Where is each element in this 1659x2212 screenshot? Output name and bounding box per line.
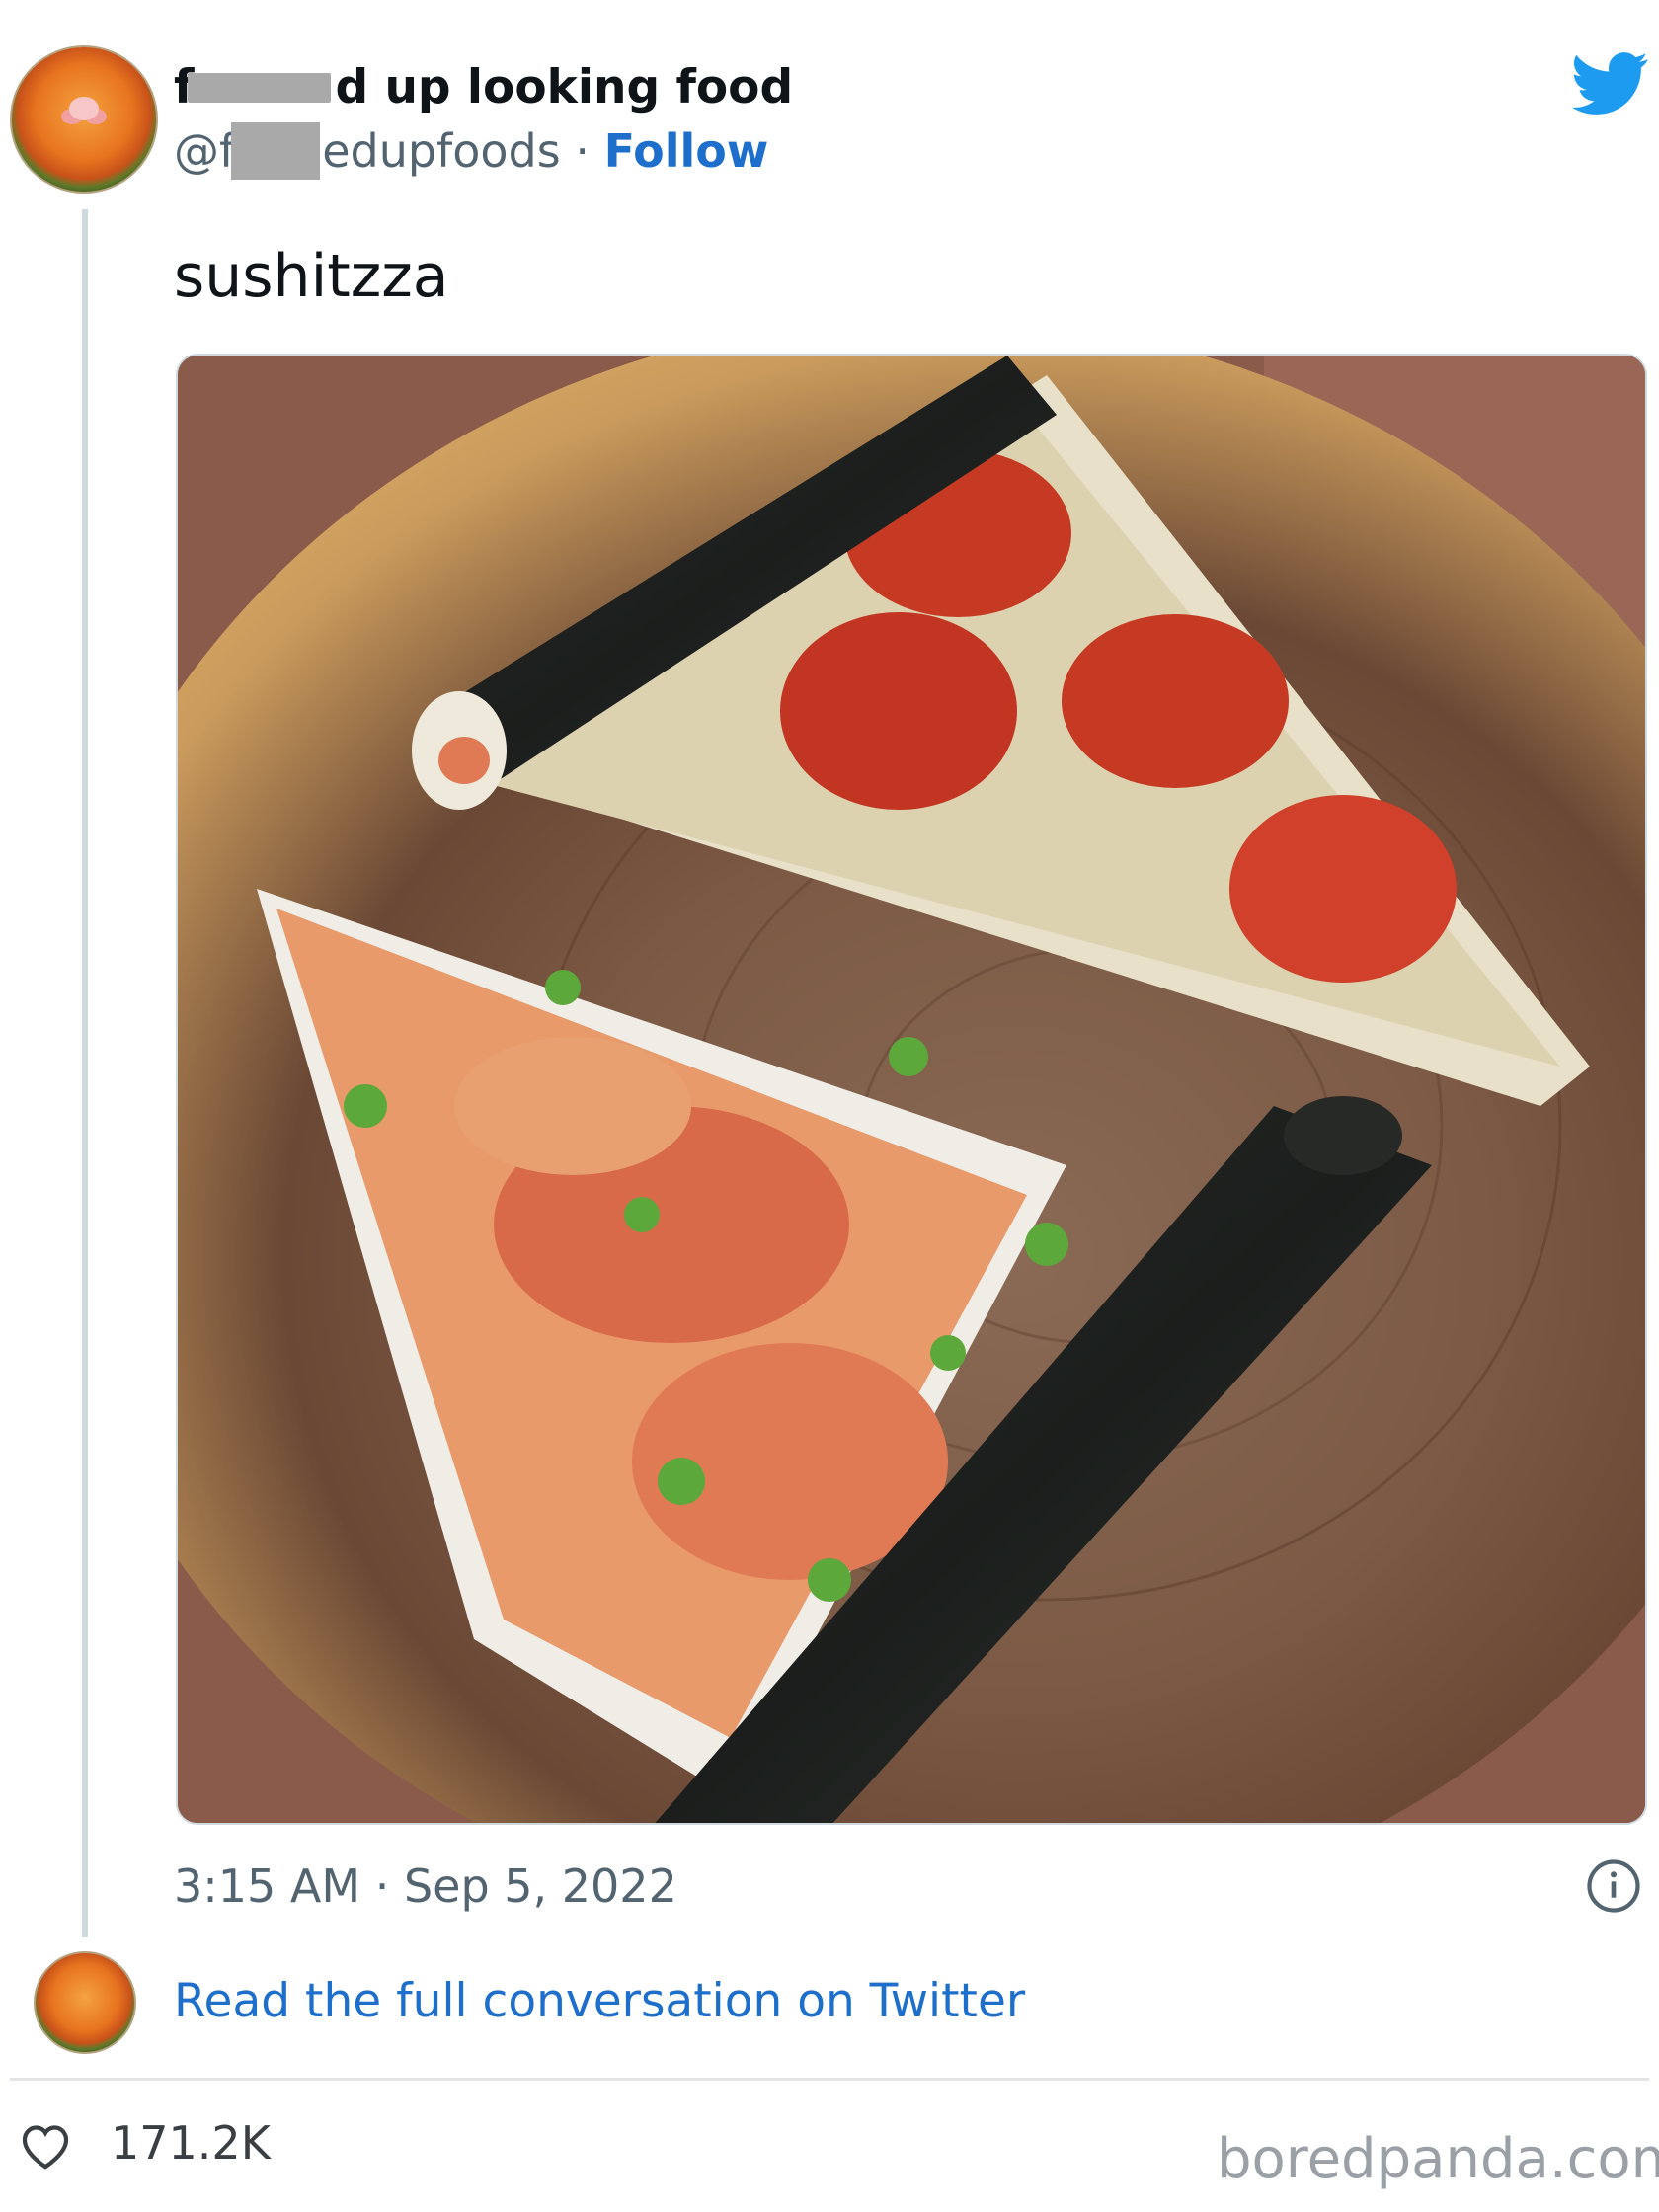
display-name[interactable]: fd up looking food (174, 59, 793, 117)
tweet-photo[interactable] (176, 354, 1647, 1825)
like-count: 171.2K (111, 2116, 271, 2170)
handle-end: edupfoods (322, 124, 561, 178)
user-handle[interactable]: @f edupfoods (174, 122, 561, 180)
info-icon[interactable] (1586, 1858, 1641, 1914)
heart-icon[interactable] (18, 2119, 73, 2171)
profile-avatar[interactable] (10, 45, 158, 194)
watermark: boredpanda.com (1217, 2127, 1659, 2191)
divider (10, 2078, 1649, 2081)
read-conversation-link[interactable]: Read the full conversation on Twitter (174, 1971, 1025, 2032)
redaction-bar (188, 72, 332, 103)
display-name-end: d up looking food (335, 60, 794, 115)
separator: · (560, 124, 604, 178)
redaction-bar (231, 122, 321, 180)
reply-avatar[interactable] (34, 1951, 136, 2054)
handle-start: @f (174, 124, 236, 178)
tweet-card: fd up looking food @f edupfoods · Follow … (0, 0, 1659, 2212)
tweet-text: sushitzza (174, 242, 449, 311)
tweet-timestamp[interactable]: 3:15 AM · Sep 5, 2022 (174, 1856, 677, 1916)
follow-link[interactable]: Follow (604, 124, 769, 178)
thread-line (82, 209, 88, 1937)
handle-row: @f edupfoods · Follow (174, 122, 768, 180)
twitter-bird-icon[interactable] (1572, 51, 1649, 117)
sushi-pizza-image (178, 356, 1645, 1823)
